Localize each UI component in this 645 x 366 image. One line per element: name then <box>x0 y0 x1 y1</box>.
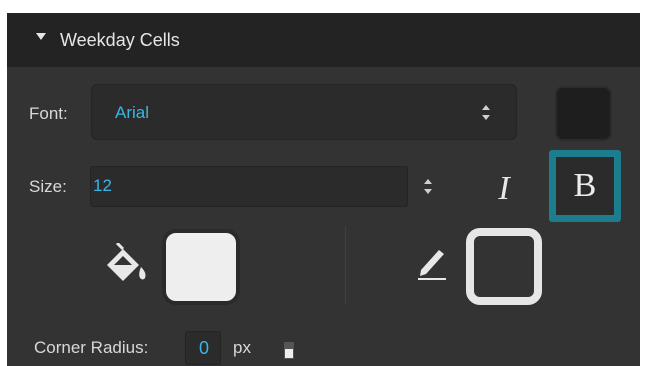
italic-button[interactable]: I <box>486 169 522 209</box>
corner-radius-field[interactable] <box>185 331 222 365</box>
font-select[interactable]: Arial <box>91 84 517 140</box>
weekday-cells-panel: Weekday Cells Font: Arial Size: I B Corn… <box>7 13 640 366</box>
paint-bucket-icon <box>107 243 146 281</box>
size-field[interactable] <box>90 166 408 207</box>
corner-radius-label: Corner Radius: <box>34 338 149 357</box>
select-arrows-icon <box>481 105 491 120</box>
disclosure-triangle-icon[interactable] <box>36 33 46 40</box>
divider <box>345 226 346 304</box>
size-input[interactable] <box>93 176 393 196</box>
size-label: Size: <box>29 177 67 196</box>
bold-button-label: B <box>556 157 614 215</box>
stroke-color-swatch[interactable] <box>466 228 542 305</box>
size-stepper-icon[interactable] <box>423 179 433 194</box>
corner-radius-unit: px <box>233 338 251 357</box>
bold-button[interactable]: B <box>549 150 621 222</box>
section-title: Weekday Cells <box>60 30 180 50</box>
font-label: Font: <box>29 104 68 123</box>
font-value: Arial <box>115 103 150 122</box>
corner-radius-input[interactable] <box>186 338 222 359</box>
font-color-swatch[interactable] <box>555 86 612 141</box>
section-header[interactable]: Weekday Cells <box>7 13 640 67</box>
corner-radius-slider-handle[interactable] <box>284 342 294 359</box>
pencil-icon <box>418 250 446 280</box>
fill-color-swatch[interactable] <box>162 229 240 305</box>
